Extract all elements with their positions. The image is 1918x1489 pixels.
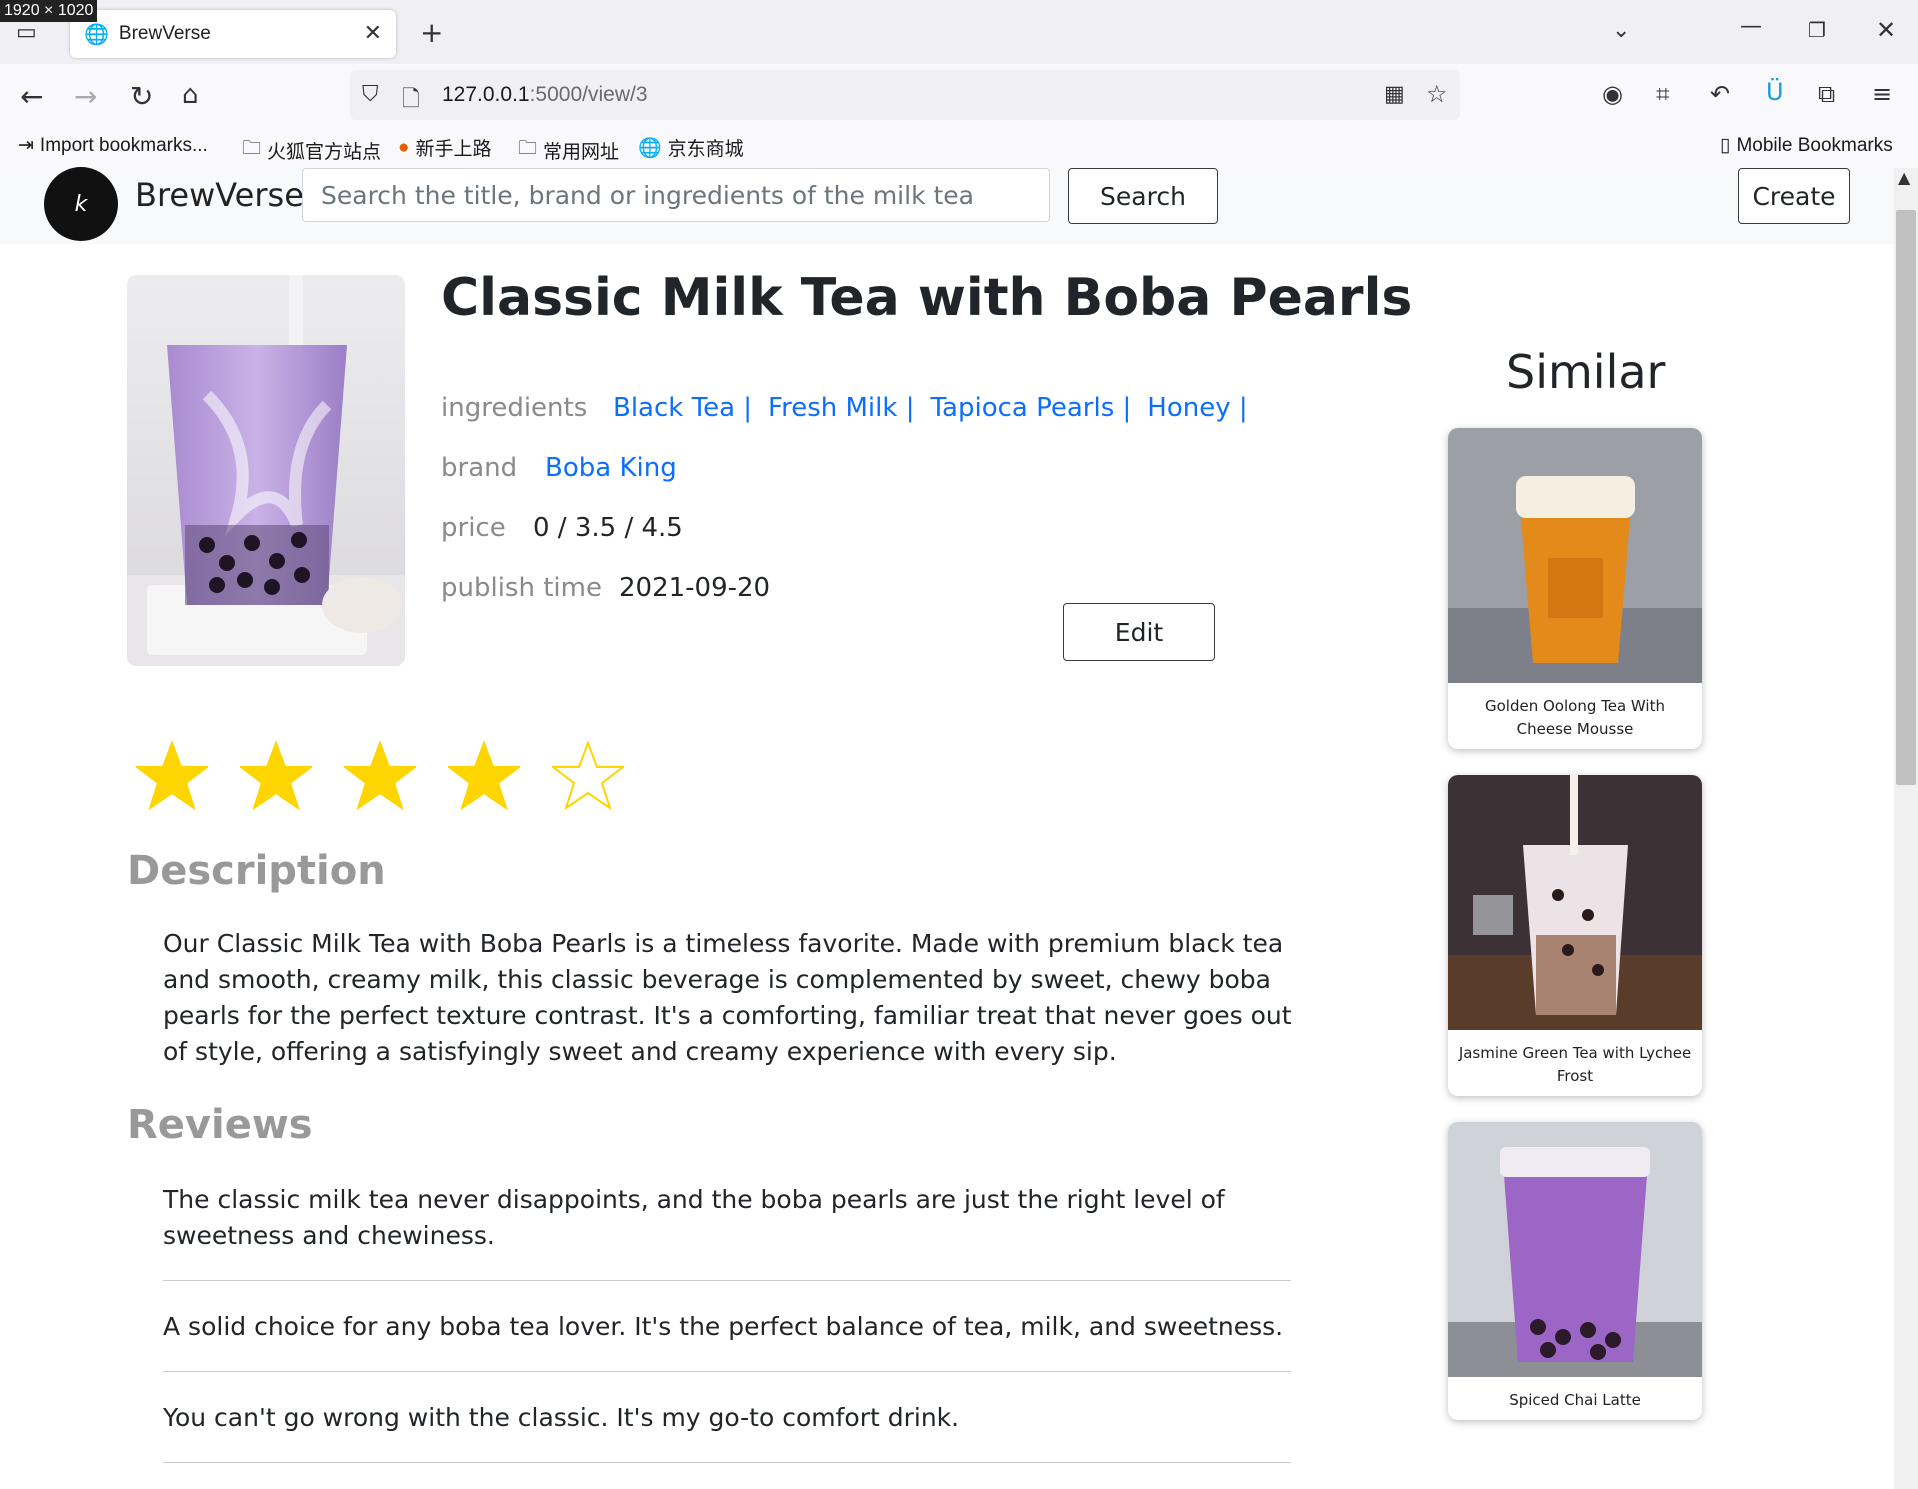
price-label: price [441, 513, 506, 543]
similar-card[interactable]: Spiced Chai Latte [1448, 1122, 1702, 1420]
price-value: 0 / 3.5 / 4.5 [533, 513, 683, 543]
similar-card-title: Jasmine Green Tea with Lychee Frost [1458, 1044, 1692, 1085]
new-tab-icon[interactable]: + [420, 16, 443, 49]
restore-icon[interactable]: ❐ [1808, 18, 1826, 42]
dimensions-overlay: 1920 × 1020 [0, 0, 98, 22]
ingredient-link[interactable]: Fresh Milk | [768, 393, 914, 423]
search-input[interactable] [302, 168, 1050, 222]
crop-icon[interactable]: ⌗ [1656, 80, 1670, 108]
back-icon[interactable]: ← [20, 80, 43, 113]
similar-heading: Similar [1506, 345, 1666, 399]
description-heading: Description [127, 848, 386, 894]
review-item: You can't go wrong with the classic. It'… [163, 1400, 1291, 1463]
similar-card-image [1448, 428, 1702, 683]
globe-icon: 🌐 [638, 137, 662, 159]
publish-time-value: 2021-09-20 [619, 573, 771, 603]
firefox-icon: ● [398, 136, 410, 158]
star-empty-icon[interactable] [552, 740, 624, 812]
import-icon: ⇥ [18, 135, 34, 156]
scroll-up-icon[interactable]: ▲ [1898, 168, 1910, 187]
bookmark-import[interactable]: ⇥ Import bookmarks... [18, 134, 208, 157]
mobile-icon: ▯ [1720, 135, 1731, 156]
bookmark-jd[interactable]: 🌐 京东商城 [638, 134, 744, 161]
forward-icon[interactable]: → [74, 80, 97, 113]
address-bar[interactable]: ⛉ 🗋 127.0.0.1:5000/view/3 ▦ ☆ [350, 70, 1460, 120]
review-item: A solid choice for any boba tea lover. I… [163, 1309, 1291, 1372]
url-text[interactable]: 127.0.0.1:5000/view/3 [442, 83, 648, 107]
similar-card[interactable]: Jasmine Green Tea with Lychee Frost [1448, 775, 1702, 1096]
similar-card-image [1448, 775, 1702, 1030]
product-title: Classic Milk Tea with Boba Pearls [441, 268, 1413, 328]
description-text: Our Classic Milk Tea with Boba Pearls is… [163, 929, 1292, 1066]
similar-card-title: Spiced Chai Latte [1509, 1391, 1641, 1409]
extension-u-icon[interactable]: Ü [1766, 78, 1784, 106]
ingredient-link[interactable]: Black Tea | [613, 393, 752, 423]
browser-tab[interactable]: 🌐 BrewVerse ✕ [70, 10, 396, 58]
menu-icon[interactable]: ≡ [1872, 80, 1892, 108]
account-icon[interactable]: ◉ [1602, 80, 1623, 108]
brand-logo[interactable]: k [44, 167, 118, 241]
extensions-puzzle-icon[interactable]: ⧉ [1818, 80, 1835, 108]
similar-card[interactable]: Golden Oolong Tea With Cheese Mousse [1448, 428, 1702, 749]
folder-icon: 🗀 [518, 138, 538, 159]
undo-icon[interactable]: ↶ [1710, 80, 1730, 108]
tab-overflow-chevron-icon[interactable]: ⌄ [1612, 18, 1630, 43]
bookmark-getting-started[interactable]: ● 新手上路 [398, 134, 492, 161]
rating-stars [136, 740, 624, 812]
qr-code-icon[interactable]: ▦ [1384, 82, 1405, 107]
page-icon: 🗋 [402, 87, 420, 112]
bookmarks-toolbar: ⇥ Import bookmarks... 🗀 火狐官方站点 ● 新手上路 🗀 常用网址… [0, 126, 1918, 169]
minimize-icon[interactable]: — [1740, 14, 1762, 39]
publish-time-label: publish time [441, 573, 602, 603]
scrollbar-thumb[interactable] [1896, 210, 1916, 785]
ingredients-list: Black Tea | Fresh Milk | Tapioca Pearls … [613, 393, 1248, 423]
globe-icon: 🌐 [84, 22, 109, 46]
product-image [127, 275, 405, 666]
ingredients-label: ingredients [441, 393, 588, 423]
brand-name[interactable]: BrewVerse [135, 176, 304, 214]
star-filled-icon[interactable] [136, 740, 208, 812]
reviews-heading: Reviews [127, 1102, 313, 1148]
star-filled-icon[interactable] [344, 740, 416, 812]
brand-label: brand [441, 453, 518, 483]
bookmark-star-icon[interactable]: ☆ [1426, 80, 1448, 108]
edit-button[interactable]: Edit [1063, 603, 1215, 661]
tab-title: BrewVerse [118, 23, 211, 44]
star-filled-icon[interactable] [240, 740, 312, 812]
close-tab-icon[interactable]: ✕ [364, 21, 382, 46]
window-close-icon[interactable]: ✕ [1876, 16, 1896, 44]
star-filled-icon[interactable] [448, 740, 520, 812]
similar-card-image [1448, 1122, 1702, 1377]
bookmark-firefox-site[interactable]: 🗀 火狐官方站点 [242, 134, 381, 166]
folder-icon: 🗀 [242, 138, 262, 159]
similar-card-title: Golden Oolong Tea With Cheese Mousse [1485, 697, 1665, 738]
reload-icon[interactable]: ↻ [130, 80, 153, 113]
create-button[interactable]: Create [1738, 168, 1850, 224]
ingredient-link[interactable]: Tapioca Pearls | [930, 393, 1131, 423]
brand-link[interactable]: Boba King [545, 453, 677, 483]
search-button[interactable]: Search [1068, 168, 1218, 224]
review-item: The classic milk tea never disappoints, … [163, 1182, 1291, 1281]
bookmark-common-sites[interactable]: 🗀 常用网址 [518, 134, 619, 166]
shield-icon[interactable]: ⛉ [362, 82, 379, 107]
ingredient-link[interactable]: Honey | [1147, 393, 1247, 423]
mobile-bookmarks[interactable]: ▯ Mobile Bookmarks [1720, 134, 1893, 157]
home-icon[interactable]: ⌂ [182, 80, 199, 110]
tab-list-icon[interactable]: ▭ [16, 20, 37, 45]
